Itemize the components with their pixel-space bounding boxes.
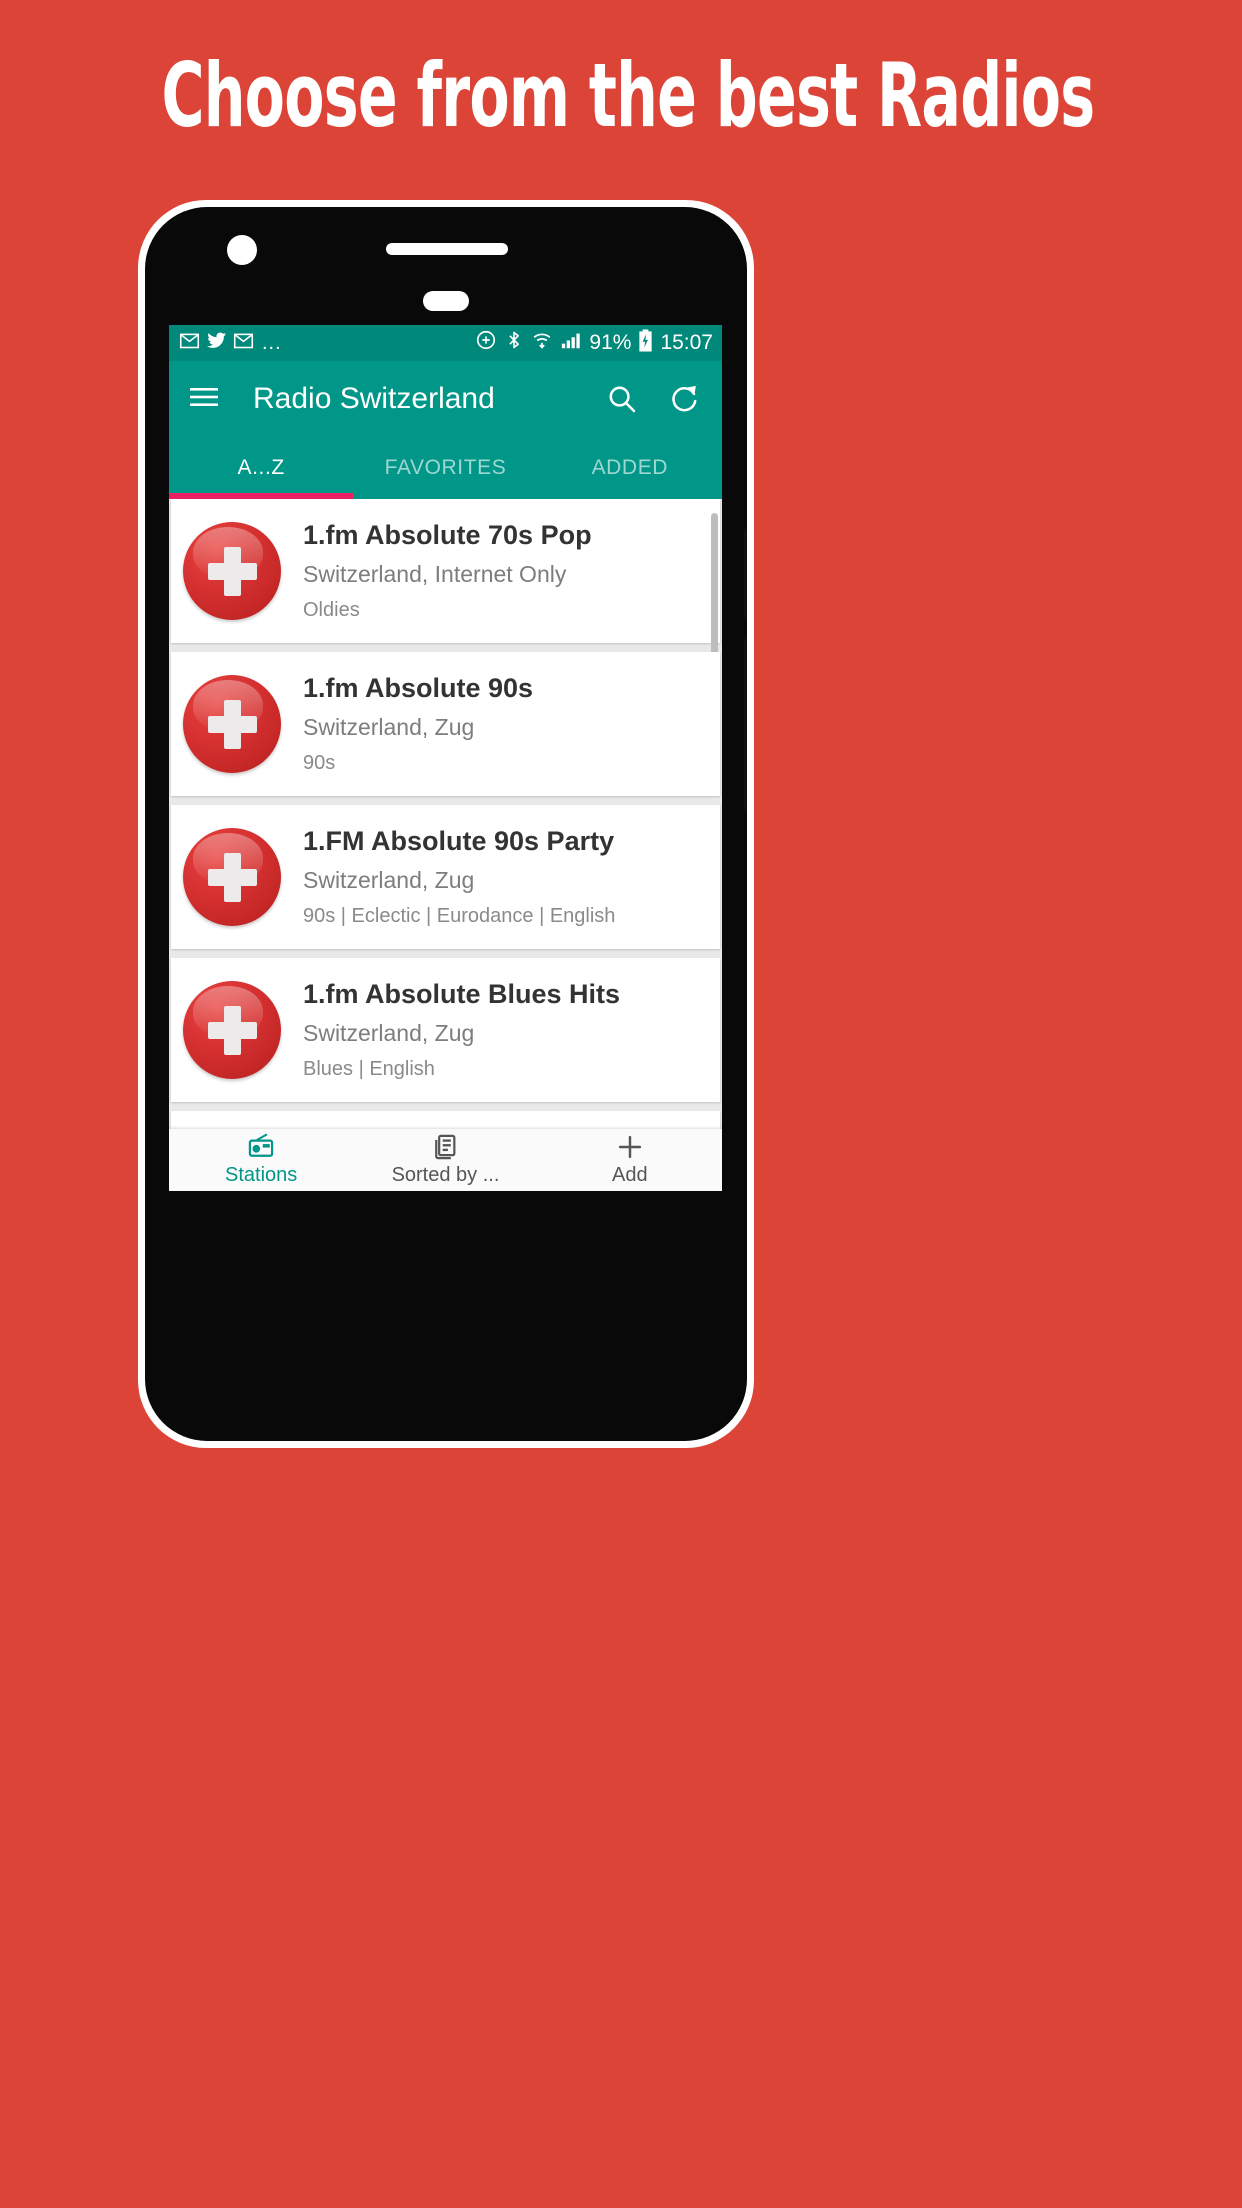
gmail-icon bbox=[179, 330, 200, 356]
sort-list-icon bbox=[431, 1133, 459, 1161]
twitter-icon bbox=[206, 330, 227, 356]
bottom-nav-stations[interactable]: Stations bbox=[169, 1133, 353, 1187]
bottom-nav-add[interactable]: Add bbox=[538, 1133, 722, 1187]
cross-horizontal bbox=[207, 1021, 257, 1039]
station-tags: 90s bbox=[303, 751, 336, 774]
station-title: 1.fm Absolute Blues Hits bbox=[303, 979, 621, 1010]
list-item[interactable]: 1.fm Absolute Country Hits bbox=[171, 1111, 720, 1129]
list-item[interactable]: 1.fm Absolute 90s Switzerland, Zug 90s bbox=[171, 652, 720, 796]
tab-added[interactable]: ADDED bbox=[538, 437, 722, 499]
station-list[interactable]: 1.fm Absolute 70s Pop Switzerland, Inter… bbox=[169, 499, 722, 1129]
page-title: Choose from the best Radios bbox=[161, 44, 1095, 147]
station-title: 1.fm Absolute 90s bbox=[303, 673, 534, 704]
station-title: 1.FM Absolute 90s Party bbox=[303, 826, 615, 857]
front-camera-icon bbox=[227, 235, 257, 265]
bluetooth-icon bbox=[504, 329, 524, 357]
power-button[interactable] bbox=[744, 639, 747, 809]
toolbar-title: Radio Switzerland bbox=[253, 382, 495, 415]
clock-label: 15:07 bbox=[660, 331, 713, 354]
tab-label: FAVORITES bbox=[384, 456, 507, 479]
list-item[interactable]: 1.fm Absolute 70s Pop Switzerland, Inter… bbox=[171, 499, 720, 661]
list-item-text: 1.FM Absolute 90s Party Switzerland, Zug… bbox=[303, 826, 625, 928]
bottom-nav-label: Sorted by ... bbox=[391, 1164, 500, 1186]
swiss-cross-icon bbox=[183, 981, 281, 1079]
volume-button[interactable] bbox=[744, 529, 747, 617]
list-item[interactable]: 1.FM Absolute 90s Party Switzerland, Zug… bbox=[171, 805, 720, 949]
station-tags: Blues | English bbox=[303, 1057, 435, 1080]
bottom-nav-label: Add bbox=[612, 1164, 648, 1186]
battery-charging-icon bbox=[638, 328, 653, 358]
gmail-icon bbox=[233, 330, 254, 356]
station-location: Switzerland, Internet Only bbox=[303, 560, 567, 587]
station-tags: 90s | Eclectic | Eurodance | English bbox=[303, 904, 616, 927]
earpiece-speaker bbox=[386, 243, 508, 255]
radio-icon bbox=[246, 1133, 276, 1161]
hamburger-menu-icon[interactable] bbox=[189, 385, 219, 414]
cross-horizontal bbox=[207, 868, 257, 886]
list-item-text: 1.fm Absolute 70s Pop Switzerland, Inter… bbox=[303, 520, 602, 622]
tab-label: ADDED bbox=[591, 456, 669, 479]
swiss-cross-icon bbox=[183, 828, 281, 926]
cross-horizontal bbox=[207, 715, 257, 733]
station-location: Switzerland, Zug bbox=[303, 713, 475, 740]
refresh-icon[interactable] bbox=[668, 383, 700, 415]
swiss-cross-icon bbox=[183, 675, 281, 773]
bottom-nav-sorted-by[interactable]: Sorted by ... bbox=[353, 1133, 537, 1187]
cross-horizontal bbox=[207, 562, 257, 580]
list-item[interactable]: 1.fm Absolute Blues Hits Switzerland, Zu… bbox=[171, 958, 720, 1102]
app-toolbar: Radio Switzerland bbox=[169, 361, 722, 437]
bottom-navigation: Stations Sorted by ... Add bbox=[169, 1129, 722, 1191]
phone-body: ... 91% 15:07 Radio Switzerland A...Z FA… bbox=[145, 207, 747, 1441]
wifi-icon bbox=[531, 329, 553, 357]
tab-bar: A...Z FAVORITES ADDED bbox=[169, 437, 722, 499]
phone-mockup: ... 91% 15:07 Radio Switzerland A...Z FA… bbox=[138, 200, 754, 1448]
list-item-text: 1.fm Absolute 90s Switzerland, Zug 90s bbox=[303, 673, 543, 775]
station-location: Switzerland, Zug bbox=[303, 866, 475, 893]
tab-a-z[interactable]: A...Z bbox=[169, 437, 353, 499]
home-button bbox=[423, 291, 469, 311]
station-location: Switzerland, Zug bbox=[303, 1019, 475, 1046]
bottom-nav-label: Stations bbox=[225, 1164, 298, 1186]
signal-icon bbox=[560, 329, 582, 357]
battery-percent-label: 91% bbox=[589, 331, 632, 354]
system-status-icons: 91% 15:07 bbox=[475, 328, 713, 358]
swiss-cross-icon bbox=[183, 522, 281, 620]
search-icon[interactable] bbox=[606, 383, 638, 415]
notification-overflow: ... bbox=[262, 331, 282, 354]
scrollbar-thumb[interactable] bbox=[711, 513, 718, 661]
station-title: 1.fm Absolute 70s Pop bbox=[303, 520, 592, 551]
notification-icons: ... bbox=[179, 330, 282, 356]
tab-label: A...Z bbox=[237, 456, 285, 479]
plus-icon bbox=[616, 1133, 644, 1161]
sync-add-icon bbox=[475, 329, 497, 357]
station-tags: Oldies bbox=[303, 598, 360, 621]
phone-screen: ... 91% 15:07 Radio Switzerland A...Z FA… bbox=[169, 325, 722, 1191]
status-bar: ... 91% 15:07 bbox=[169, 325, 722, 361]
list-item-text: 1.fm Absolute Blues Hits Switzerland, Zu… bbox=[303, 979, 630, 1081]
tab-favorites[interactable]: FAVORITES bbox=[353, 437, 537, 499]
